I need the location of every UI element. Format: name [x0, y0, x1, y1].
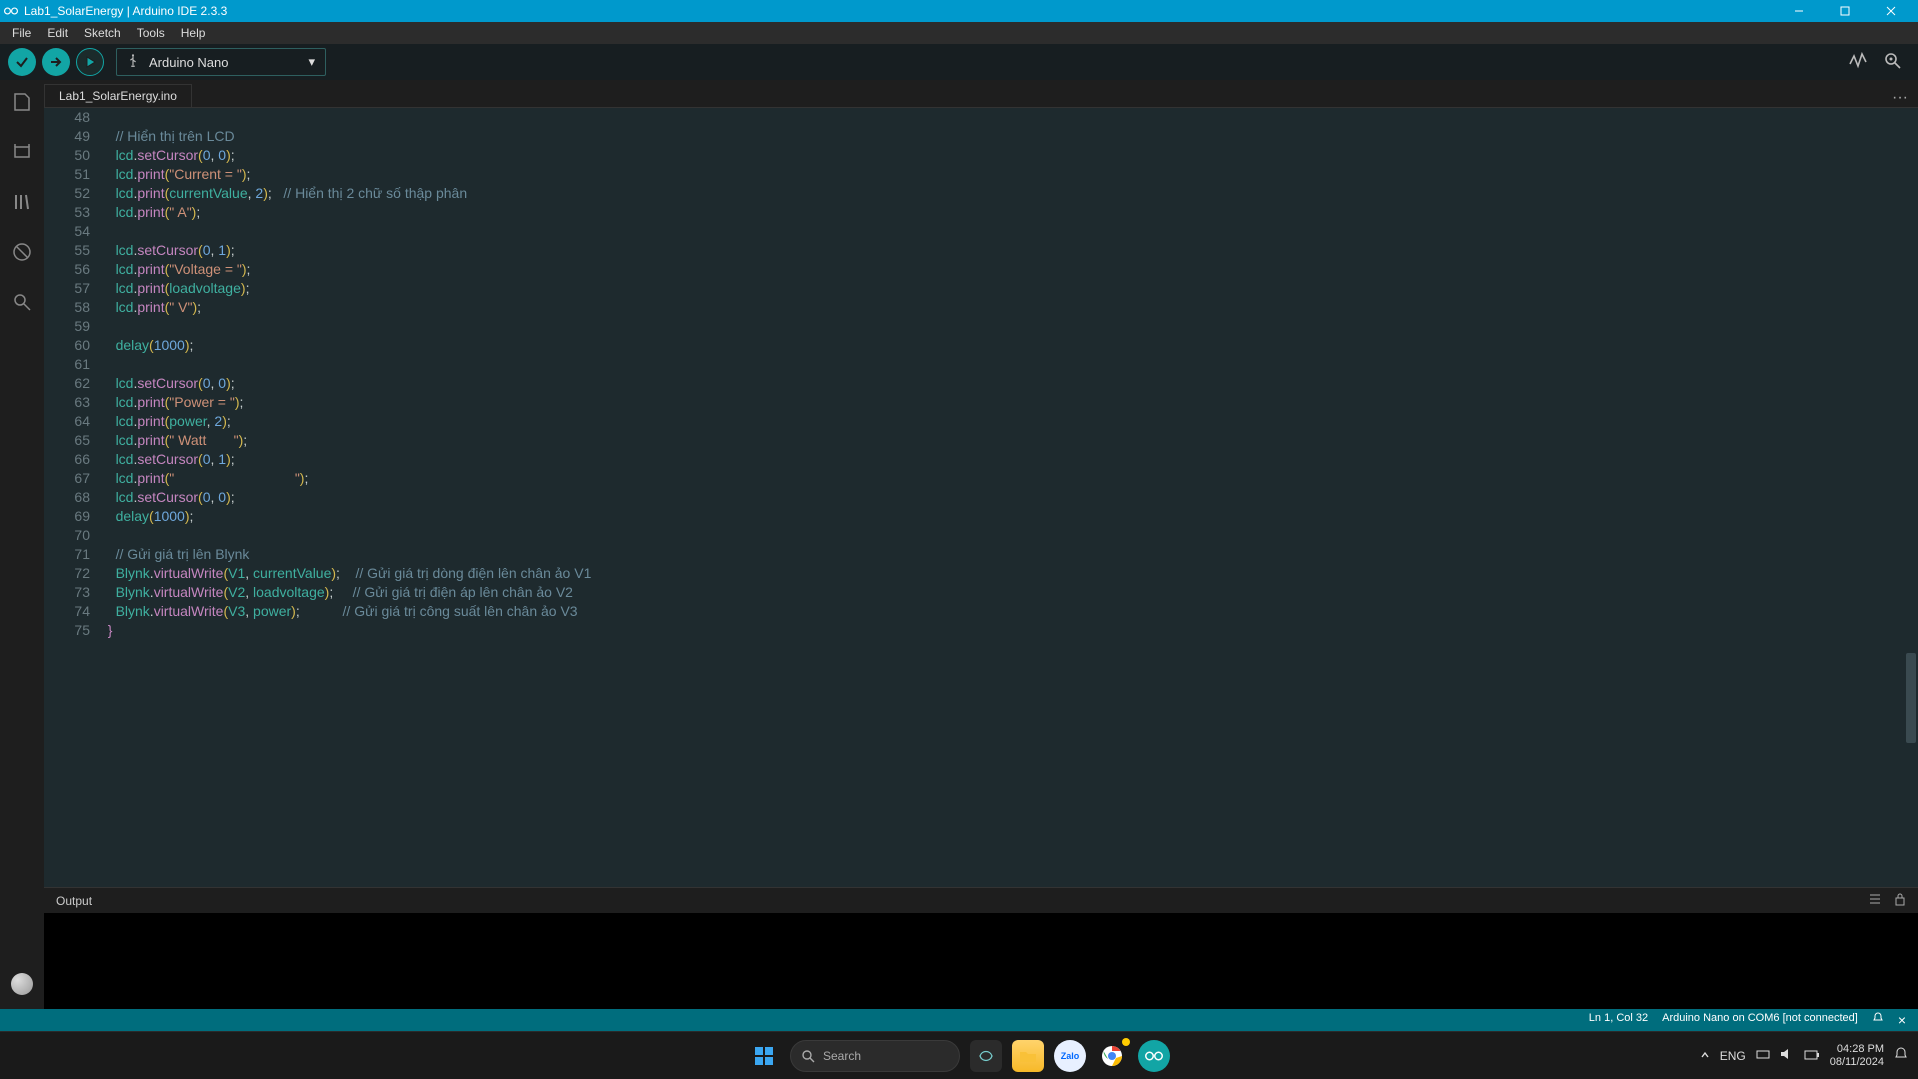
account-avatar[interactable] [11, 973, 33, 995]
window-titlebar: Lab1_SolarEnergy | Arduino IDE 2.3.3 [0, 0, 1918, 22]
cursor-position: Ln 1, Col 32 [1589, 1012, 1648, 1028]
scrollbar-thumb[interactable] [1906, 653, 1916, 743]
taskbar-search[interactable]: Search [790, 1040, 960, 1072]
arduino-logo-icon [4, 4, 18, 18]
search-panel-icon[interactable] [10, 290, 34, 314]
window-maximize-button[interactable] [1822, 0, 1868, 22]
line-number-gutter: 4849505152535455565758596061626364656667… [44, 108, 100, 887]
debug-button[interactable] [76, 48, 104, 76]
code-editor[interactable]: 4849505152535455565758596061626364656667… [44, 108, 1918, 887]
notification-bell-icon[interactable] [1872, 1012, 1884, 1028]
usb-icon [127, 54, 139, 71]
status-close-icon[interactable]: × [1898, 1012, 1906, 1028]
window-minimize-button[interactable] [1776, 0, 1822, 22]
output-lock-icon[interactable] [1894, 892, 1906, 909]
taskbar-app-arduino[interactable] [1138, 1040, 1170, 1072]
sketchbook-icon[interactable] [10, 90, 34, 114]
output-options-icon[interactable] [1868, 892, 1882, 909]
tray-language[interactable]: ENG [1720, 1049, 1746, 1063]
editor-scrollbar[interactable] [1906, 108, 1916, 887]
search-icon [801, 1049, 815, 1063]
taskbar-app-copilot[interactable] [970, 1040, 1002, 1072]
tray-overflow-icon[interactable] [1700, 1049, 1710, 1063]
tray-date: 08/11/2024 [1830, 1056, 1884, 1069]
file-tab[interactable]: Lab1_SolarEnergy.ino [44, 84, 192, 107]
editor-tabs: Lab1_SolarEnergy.ino ··· [44, 80, 1918, 108]
serial-monitor-button[interactable] [1882, 50, 1902, 75]
activity-bar [0, 80, 44, 1009]
taskbar-app-explorer[interactable] [1012, 1040, 1044, 1072]
output-panel-header: Output [44, 887, 1918, 913]
tab-overflow-button[interactable]: ··· [1882, 89, 1918, 107]
taskbar-app-chrome[interactable] [1096, 1040, 1128, 1072]
output-panel-body[interactable] [44, 913, 1918, 1009]
library-manager-icon[interactable] [10, 190, 34, 214]
serial-plotter-button[interactable] [1848, 50, 1868, 75]
menu-sketch[interactable]: Sketch [76, 22, 129, 44]
window-title: Lab1_SolarEnergy | Arduino IDE 2.3.3 [24, 4, 227, 18]
windows-taskbar: Search Zalo ENG 04:28 PM [0, 1031, 1918, 1079]
code-content[interactable]: // Hiển thị trên LCD lcd.setCursor(0, 0)… [100, 108, 1918, 887]
output-label: Output [56, 894, 92, 908]
menu-file[interactable]: File [4, 22, 39, 44]
tray-battery-icon[interactable] [1804, 1049, 1820, 1063]
boards-manager-icon[interactable] [10, 140, 34, 164]
menu-help[interactable]: Help [173, 22, 214, 44]
menu-tools[interactable]: Tools [129, 22, 173, 44]
board-selector[interactable]: Arduino Nano ▾ [116, 48, 326, 76]
taskbar-app-zalo[interactable]: Zalo [1054, 1040, 1086, 1072]
menu-bar: File Edit Sketch Tools Help [0, 22, 1918, 44]
board-name: Arduino Nano [149, 55, 229, 70]
menu-edit[interactable]: Edit [39, 22, 76, 44]
chevron-down-icon: ▾ [308, 54, 315, 70]
tray-notifications-icon[interactable] [1894, 1047, 1908, 1064]
toolbar: Arduino Nano ▾ [0, 44, 1918, 80]
tray-clock[interactable]: 04:28 PM 08/11/2024 [1830, 1043, 1884, 1069]
tray-network-icon[interactable] [1756, 1048, 1770, 1063]
search-placeholder: Search [823, 1049, 861, 1063]
verify-button[interactable] [8, 48, 36, 76]
board-port-status[interactable]: Arduino Nano on COM6 [not connected] [1662, 1012, 1858, 1028]
windows-start-button[interactable] [748, 1040, 780, 1072]
notification-dot-icon [1122, 1038, 1130, 1046]
tray-time: 04:28 PM [1837, 1043, 1884, 1056]
window-close-button[interactable] [1868, 0, 1914, 22]
upload-button[interactable] [42, 48, 70, 76]
debug-panel-icon[interactable] [10, 240, 34, 264]
tray-volume-icon[interactable] [1780, 1048, 1794, 1063]
status-bar: Ln 1, Col 32 Arduino Nano on COM6 [not c… [0, 1009, 1918, 1031]
